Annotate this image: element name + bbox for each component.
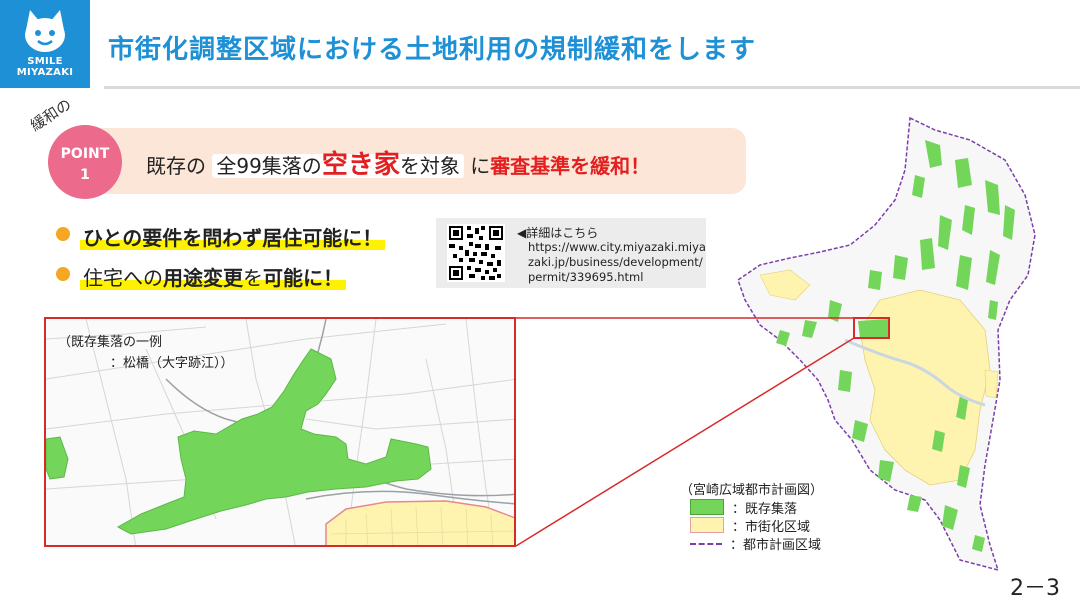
dashed-line-icon <box>690 543 722 545</box>
urbanization-area <box>325 500 514 545</box>
urbanization-area <box>984 369 999 399</box>
connector-line <box>515 337 855 547</box>
legend-item-existing-settlement: ：既存集落 <box>690 498 797 517</box>
legend-title: （宮崎広域都市計画図） <box>680 483 824 498</box>
legend-item-urbanization-area: ：市街化区域 <box>690 516 810 535</box>
page-number: 2－3 <box>1010 576 1060 601</box>
green-swatch-icon <box>690 499 724 515</box>
inset-caption-line2: ：松橋（大字跡江）） <box>110 356 234 371</box>
legend-item-city-plan-area: ：都市計画区域 <box>690 534 821 553</box>
inset-caption-line1: （既存集落の一例 <box>58 335 163 350</box>
yellow-swatch-icon <box>690 517 724 533</box>
